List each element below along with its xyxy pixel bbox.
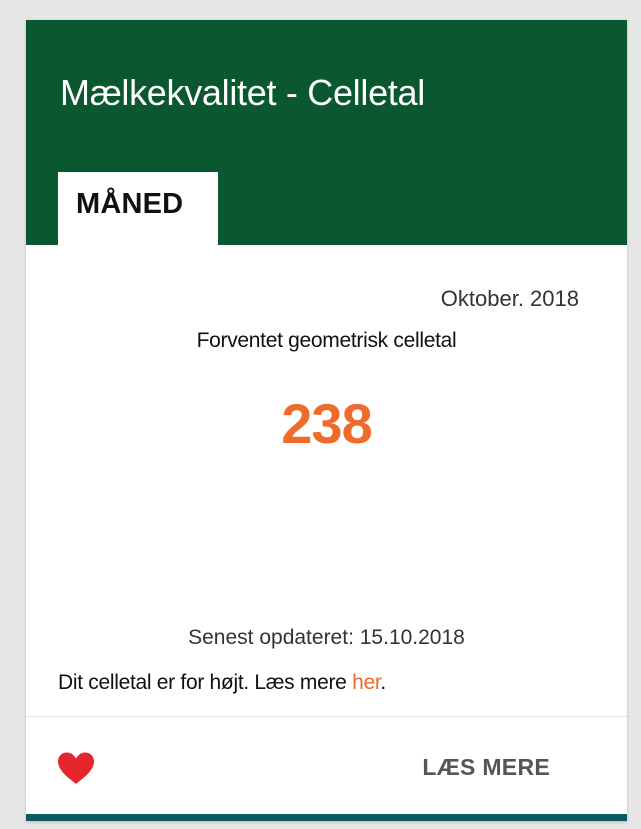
- cell-count-notice: Dit celletal er for højt. Læs mere her.: [58, 671, 386, 695]
- read-more-button[interactable]: LÆS MERE: [422, 754, 550, 781]
- card-title: Mælkekvalitet - Celletal: [60, 72, 425, 113]
- card-bottom-bar: [26, 814, 627, 821]
- read-more-link[interactable]: her: [352, 671, 381, 694]
- notice-text: Dit celletal er for højt. Læs mere: [58, 671, 353, 694]
- period-label: Oktober. 2018: [440, 286, 579, 311]
- metric-value: 238: [281, 392, 372, 455]
- favorite-button[interactable]: [56, 751, 96, 785]
- card-header: Mælkekvalitet - Celletal MÅNED: [26, 20, 627, 245]
- metric-label: Forventet geometrisk celletal: [196, 329, 457, 352]
- tab-month[interactable]: MÅNED: [58, 172, 218, 245]
- tab-month-label: MÅNED: [76, 188, 184, 220]
- footer-divider: [26, 716, 627, 717]
- last-updated: Senest opdateret: 15.10.2018: [188, 626, 465, 649]
- milk-quality-card: Mælkekvalitet - Celletal MÅNED Oktober. …: [26, 20, 627, 821]
- heart-icon: [58, 752, 94, 784]
- notice-suffix: .: [380, 671, 386, 694]
